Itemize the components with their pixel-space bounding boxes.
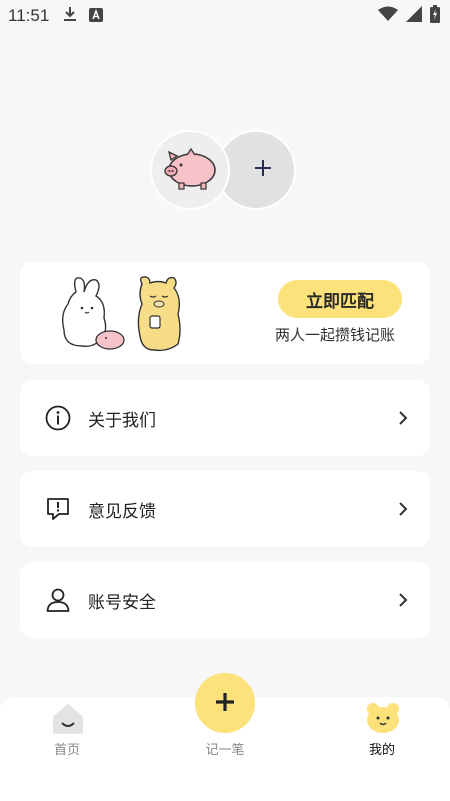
- user-icon: [44, 586, 72, 614]
- feedback-icon: [44, 495, 72, 523]
- menu-item-about[interactable]: 关于我们: [20, 380, 430, 456]
- bottom-tab-bar: 首页 记一笔 我的: [0, 673, 450, 801]
- add-record-button[interactable]: [195, 673, 255, 733]
- home-icon: [50, 703, 86, 739]
- tab-home-label: 首页: [53, 743, 80, 758]
- bunny-bear-illustration: [58, 274, 208, 354]
- plus-icon: [253, 158, 273, 182]
- bear-face-icon: [365, 702, 401, 738]
- chevron-right-icon: [398, 410, 408, 426]
- info-icon: [44, 404, 72, 432]
- status-bar: 11:51: [0, 0, 450, 32]
- menu-item-account-security[interactable]: 账号安全: [20, 562, 430, 638]
- download-icon: [63, 6, 77, 26]
- match-now-button[interactable]: 立即匹配: [278, 280, 402, 318]
- my-avatar[interactable]: [150, 130, 230, 210]
- menu-label-about: 关于我们: [88, 410, 156, 431]
- status-time: 11:51: [8, 6, 50, 25]
- tab-add-label: 记一笔: [205, 743, 245, 758]
- chevron-right-icon: [398, 501, 408, 517]
- signal-icon: [406, 6, 422, 26]
- menu-label-feedback: 意见反馈: [88, 501, 156, 522]
- a-box-icon: [89, 7, 104, 26]
- match-card: 立即匹配 两人一起攒钱记账: [20, 262, 430, 364]
- menu-item-feedback[interactable]: 意见反馈: [20, 471, 430, 547]
- match-description: 两人一起攒钱记账: [275, 326, 396, 344]
- battery-charging-icon: [430, 5, 440, 27]
- chevron-right-icon: [398, 592, 408, 608]
- wifi-icon: [378, 6, 398, 26]
- pig-icon: [161, 146, 219, 194]
- menu-label-account-security: 账号安全: [88, 592, 156, 613]
- plus-icon: [214, 691, 236, 716]
- couple-avatars: [150, 128, 300, 212]
- tab-mine-label: 我的: [368, 743, 395, 758]
